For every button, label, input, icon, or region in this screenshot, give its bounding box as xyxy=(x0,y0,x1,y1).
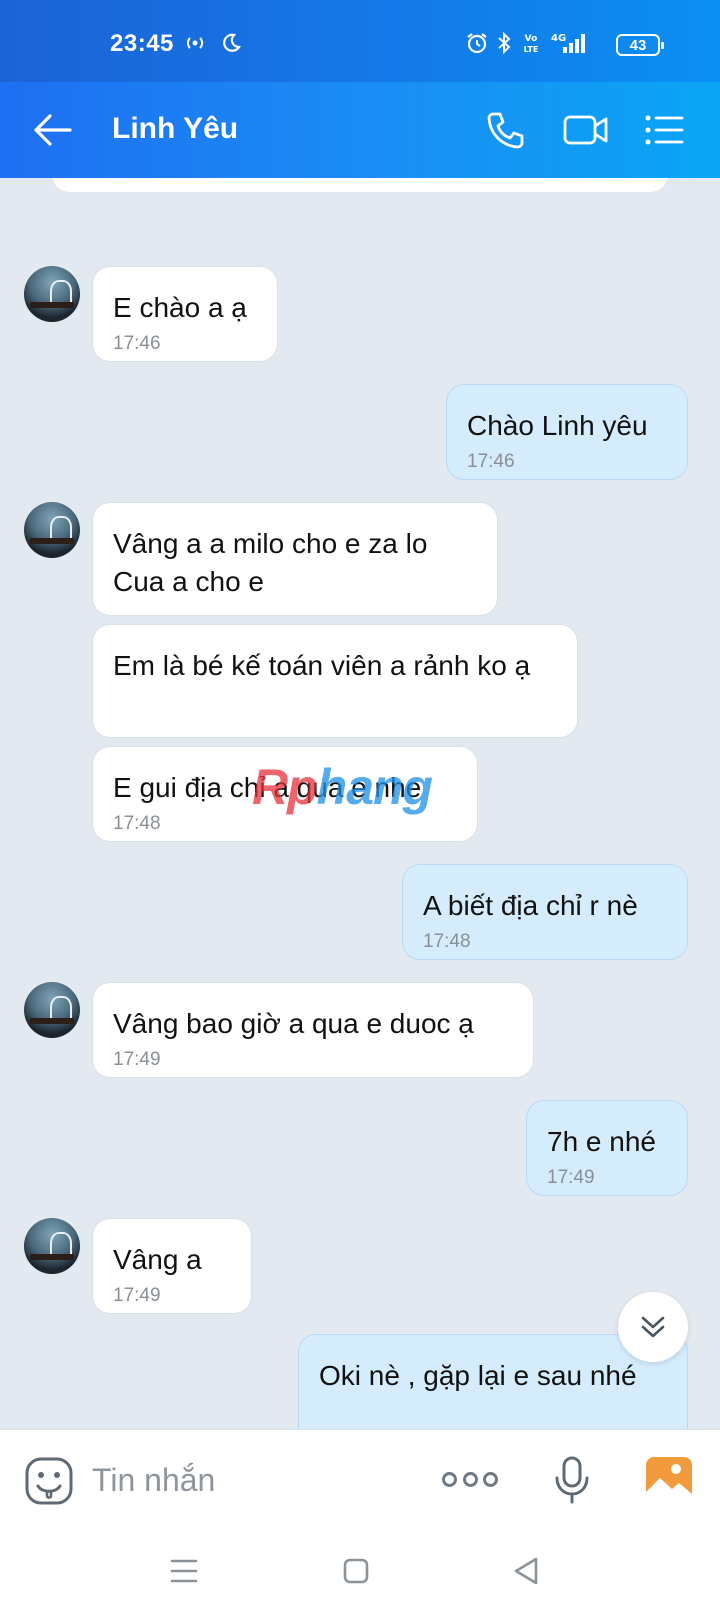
phone-call-button[interactable] xyxy=(484,108,528,152)
contact-avatar[interactable] xyxy=(24,1218,80,1274)
message-time: 17:49 xyxy=(113,1285,161,1306)
message-text: Em là bé kế toán viên a rảnh ko ạ xyxy=(113,650,531,681)
message-input[interactable] xyxy=(92,1458,392,1502)
recent-apps-button[interactable] xyxy=(164,1551,204,1591)
chat-header: Linh Yêu xyxy=(0,82,720,178)
svg-text:4G: 4G xyxy=(551,33,566,44)
recent-apps-icon xyxy=(170,1559,198,1583)
contact-name[interactable]: Linh Yêu xyxy=(112,112,238,146)
status-bar: 23:45 Vo LTE 4G 43 xyxy=(0,0,720,82)
outgoing-message[interactable]: A biết địa chỉ r nè 17:48 xyxy=(402,864,688,960)
message-text: Vâng a a milo cho e za lo Cua a cho e xyxy=(113,528,428,597)
message-text: Oki nè , gặp lại e sau nhé xyxy=(319,1360,637,1391)
incoming-message[interactable]: E chào a ạ 17:46 xyxy=(92,266,278,362)
video-call-icon xyxy=(563,115,608,145)
back-button[interactable] xyxy=(32,110,76,150)
svg-text:LTE: LTE xyxy=(524,45,539,54)
system-nav-bar xyxy=(0,1529,720,1612)
incoming-message[interactable]: Em là bé kế toán viên a rảnh ko ạ xyxy=(92,624,578,738)
message-text: A biết địa chỉ r nè xyxy=(423,890,638,921)
image-gallery-button[interactable] xyxy=(644,1454,694,1504)
more-options-button[interactable] xyxy=(442,1464,498,1494)
video-call-button[interactable] xyxy=(562,108,610,152)
menu-list-icon xyxy=(645,115,684,145)
system-back-button[interactable] xyxy=(506,1551,546,1591)
message-time: 17:48 xyxy=(423,931,471,952)
message-input-bar xyxy=(0,1429,720,1529)
incoming-message[interactable]: Vâng a 17:49 xyxy=(92,1218,252,1314)
microphone-icon xyxy=(555,1456,589,1504)
message-text: Chào Linh yêu xyxy=(467,410,648,441)
status-time: 23:45 xyxy=(110,30,174,57)
back-arrow-icon xyxy=(34,114,72,146)
message-text: E chào a ạ xyxy=(113,292,247,323)
outgoing-message[interactable]: Chào Linh yêu 17:46 xyxy=(446,384,688,480)
message-text: Vâng a xyxy=(113,1244,202,1275)
hotspot-icon xyxy=(182,30,208,56)
contact-avatar[interactable] xyxy=(24,982,80,1038)
incoming-message[interactable]: Vâng bao giờ a qua e duoc ạ 17:49 xyxy=(92,982,534,1078)
contact-avatar[interactable] xyxy=(24,502,80,558)
home-button[interactable] xyxy=(336,1551,376,1591)
message-time: 17:46 xyxy=(467,451,515,472)
do-not-disturb-moon-icon xyxy=(218,30,244,56)
volte-icon: Vo LTE xyxy=(520,30,542,56)
message-time: 17:49 xyxy=(113,1049,161,1070)
contact-avatar[interactable] xyxy=(24,266,80,322)
image-gallery-icon xyxy=(646,1457,692,1501)
emoji-sticker-icon xyxy=(25,1457,73,1505)
outgoing-message[interactable]: 7h e nhé 17:49 xyxy=(526,1100,688,1196)
emoji-button[interactable] xyxy=(24,1456,74,1506)
phone-call-icon xyxy=(487,112,524,149)
double-chevron-down-icon xyxy=(641,1316,665,1338)
home-icon xyxy=(343,1558,369,1584)
4g-signal-icon: 4G xyxy=(548,30,588,56)
svg-text:Vo: Vo xyxy=(525,34,538,44)
more-dots-icon xyxy=(442,1471,457,1487)
previous-message-bubble xyxy=(52,178,668,192)
message-time: 17:46 xyxy=(113,333,161,354)
message-list[interactable]: E chào a ạ 17:46 Chào Linh yêu 17:46 Vân… xyxy=(0,178,720,1429)
back-icon xyxy=(514,1557,538,1585)
message-text: Vâng bao giờ a qua e duoc ạ xyxy=(113,1008,474,1039)
alarm-icon xyxy=(464,30,490,56)
message-text: 7h e nhé xyxy=(547,1126,656,1157)
message-time: 17:49 xyxy=(547,1167,595,1188)
chat-menu-button[interactable] xyxy=(642,108,686,152)
bluetooth-icon xyxy=(494,30,514,56)
watermark-logo: Rphang xyxy=(252,759,433,815)
battery-icon: 43 xyxy=(616,34,664,56)
incoming-message[interactable]: Vâng a a milo cho e za lo Cua a cho e xyxy=(92,502,498,616)
scroll-to-bottom-button[interactable] xyxy=(618,1292,688,1362)
voice-message-button[interactable] xyxy=(552,1454,592,1506)
